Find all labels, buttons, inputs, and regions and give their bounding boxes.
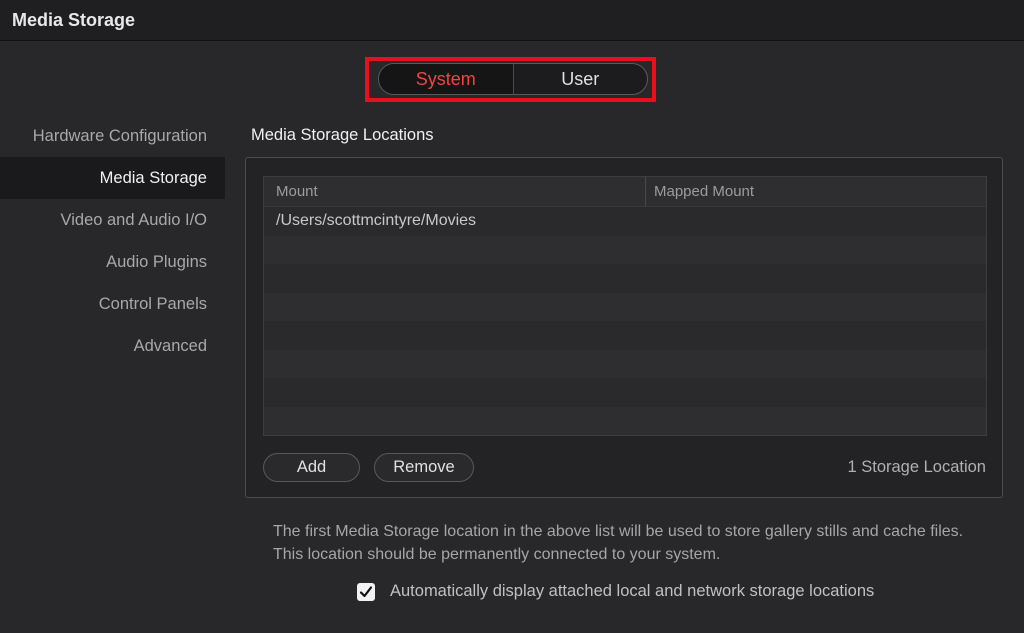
mapped-mount-cell — [646, 378, 986, 407]
table-row — [264, 292, 986, 322]
add-button[interactable]: Add — [263, 453, 360, 482]
sidebar-item-control-panels[interactable]: Control Panels — [0, 283, 225, 325]
table-row — [264, 264, 986, 293]
storage-table[interactable]: Mount Mapped Mount /Users/scottmcintyre/… — [263, 176, 987, 436]
sidebar-item-media-storage[interactable]: Media Storage — [0, 157, 225, 199]
window-title: Media Storage — [12, 10, 136, 30]
mount-cell — [264, 350, 646, 379]
mapped-mount-cell — [646, 321, 986, 350]
table-body: /Users/scottmcintyre/Movies — [264, 207, 986, 435]
auto-display-option: Automatically display attached local and… — [357, 582, 874, 601]
table-row[interactable]: /Users/scottmcintyre/Movies — [264, 207, 986, 236]
table-row — [264, 321, 986, 350]
checkmark-icon — [359, 585, 373, 597]
sidebar-item-hardware-configuration[interactable]: Hardware Configuration — [0, 115, 225, 157]
table-row — [264, 378, 986, 407]
storage-count: 1 Storage Location — [847, 458, 986, 476]
table-row — [264, 235, 986, 265]
sidebar-item-audio-plugins[interactable]: Audio Plugins — [0, 241, 225, 283]
mount-cell — [264, 264, 646, 293]
column-header-mount[interactable]: Mount — [264, 177, 646, 206]
mapped-mount-cell — [646, 264, 986, 293]
remove-button[interactable]: Remove — [374, 453, 474, 482]
mapped-mount-cell — [646, 350, 986, 379]
mount-cell — [264, 321, 646, 350]
sidebar: Hardware Configuration Media Storage Vid… — [0, 115, 225, 367]
section-title: Media Storage Locations — [251, 126, 434, 144]
mapped-mount-cell — [646, 207, 986, 236]
mount-cell — [264, 236, 646, 265]
title-bar: Media Storage — [0, 0, 1024, 41]
mount-cell — [264, 293, 646, 322]
table-header: Mount Mapped Mount — [264, 177, 986, 207]
highlight-annotation — [365, 57, 656, 102]
mount-cell: /Users/scottmcintyre/Movies — [276, 212, 477, 229]
table-row — [264, 406, 986, 436]
sidebar-item-advanced[interactable]: Advanced — [0, 325, 225, 367]
mount-cell — [264, 407, 646, 436]
column-header-mapped-mount[interactable]: Mapped Mount — [646, 177, 986, 206]
info-note: The first Media Storage location in the … — [273, 523, 964, 563]
mapped-mount-cell — [646, 236, 986, 265]
table-row — [264, 349, 986, 379]
mount-cell — [264, 378, 646, 407]
mapped-mount-cell — [646, 407, 986, 436]
auto-display-label[interactable]: Automatically display attached local and… — [390, 582, 874, 601]
mapped-mount-cell — [646, 293, 986, 322]
sidebar-item-video-audio-io[interactable]: Video and Audio I/O — [0, 199, 225, 241]
auto-display-checkbox[interactable] — [357, 582, 375, 601]
